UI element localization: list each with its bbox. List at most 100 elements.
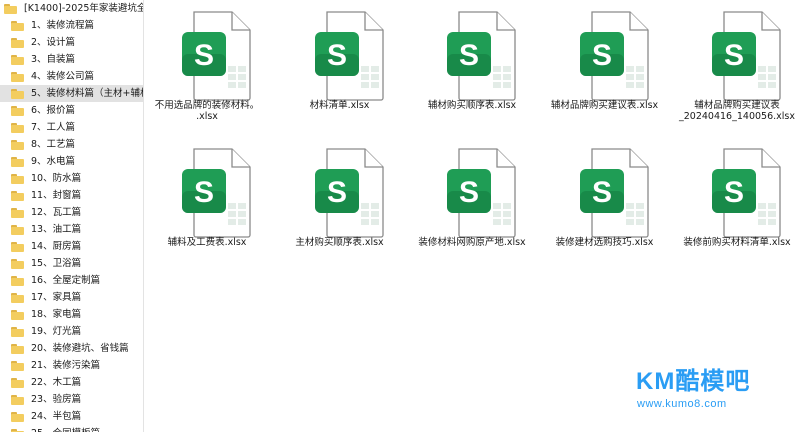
tree-folder-item[interactable]: 1、装修流程篇 <box>0 17 143 34</box>
folder-icon <box>11 258 24 269</box>
excel-sheet-icon: S <box>313 10 385 102</box>
tree-folder-label: 8、工艺篇 <box>31 139 76 150</box>
file-item[interactable]: S 辅材品牌购买建议表 _20240416_140056.xlsx <box>672 0 800 128</box>
tree-folder-item[interactable]: 4、装修公司篇 <box>0 68 143 85</box>
folder-icon <box>11 394 24 405</box>
file-name-line1: 辅材品牌购买建议表 <box>694 100 780 111</box>
file-item[interactable]: S 辅材品牌购买建议表.xlsx <box>540 0 670 128</box>
tree-folder-item[interactable]: 8、工艺篇 <box>0 136 143 153</box>
tree-folder-label: 22、木工篇 <box>31 377 82 388</box>
tree-folder-item[interactable]: 6、报价篇 <box>0 102 143 119</box>
tree-folder-item[interactable]: 5、装修材料篇（主材+辅材） <box>0 85 143 102</box>
file-item[interactable]: S 材料清单.xlsx <box>275 0 405 128</box>
folder-icon <box>11 71 24 82</box>
tree-folder-item[interactable]: 16、全屋定制篇 <box>0 272 143 289</box>
tree-folder-item[interactable]: 15、卫浴篇 <box>0 255 143 272</box>
folder-tree-sidebar: [K1400]-2025年家装避坑全流 1、装修流程篇 2、设计篇 3、自装篇 4、装… <box>0 0 144 432</box>
tree-root-folder[interactable]: [K1400]-2025年家装避坑全流 <box>0 0 143 17</box>
tree-folder-label: 20、装修避坑、省钱篇 <box>31 343 129 354</box>
tree-folder-item[interactable]: 21、装修污染篇 <box>0 357 143 374</box>
file-name-line1: 辅材购买顺序表.xlsx <box>427 100 517 111</box>
folder-icon <box>11 173 24 184</box>
folder-icon <box>11 207 24 218</box>
file-item[interactable]: S 主材购买顺序表.xlsx <box>275 135 405 265</box>
file-name: 主材购买顺序表.xlsx <box>275 237 405 248</box>
file-item[interactable]: S 装修材料网购原产地.xlsx <box>407 135 537 265</box>
tree-folder-label: 9、水电篇 <box>31 156 76 167</box>
excel-sheet-icon: S <box>445 147 517 239</box>
file-item[interactable]: S 不用选品牌的装修材料。 .xlsx <box>142 0 272 128</box>
tree-folder-item[interactable]: 7、工人篇 <box>0 119 143 136</box>
file-name: 辅材品牌购买建议表 _20240416_140056.xlsx <box>672 100 800 122</box>
svg-text:S: S <box>194 39 214 72</box>
file-name: 装修建材选购技巧.xlsx <box>540 237 670 248</box>
file-item[interactable]: S 辅材购买顺序表.xlsx <box>407 0 537 128</box>
svg-text:S: S <box>724 176 744 209</box>
excel-sheet-icon: S <box>710 147 782 239</box>
tree-folder-item[interactable]: 24、半包篇 <box>0 408 143 425</box>
file-name-line2: .xlsx <box>196 111 218 122</box>
file-name: 装修材料网购原产地.xlsx <box>407 237 537 248</box>
file-name-line1: 装修材料网购原产地.xlsx <box>418 237 526 248</box>
folder-icon <box>11 326 24 337</box>
tree-folder-item[interactable]: 11、封窗篇 <box>0 187 143 204</box>
tree-folder-item[interactable]: 19、灯光篇 <box>0 323 143 340</box>
file-name: 辅料及工费表.xlsx <box>142 237 272 248</box>
tree-folder-label: 15、卫浴篇 <box>31 258 82 269</box>
tree-folder-label: 7、工人篇 <box>31 122 76 133</box>
tree-folder-item[interactable]: 22、木工篇 <box>0 374 143 391</box>
folder-icon <box>11 156 24 167</box>
tree-folder-item[interactable]: 23、验房篇 <box>0 391 143 408</box>
folder-icon <box>11 139 24 150</box>
excel-sheet-icon: S <box>578 10 650 102</box>
svg-text:S: S <box>459 176 479 209</box>
svg-text:S: S <box>326 176 346 209</box>
excel-sheet-icon: S <box>445 10 517 102</box>
file-name-line1: 主材购买顺序表.xlsx <box>295 237 384 248</box>
file-item[interactable]: S 装修前购买材料清单.xlsx <box>672 135 800 265</box>
folder-icon <box>11 241 24 252</box>
tree-folder-item[interactable]: 3、自装篇 <box>0 51 143 68</box>
tree-folder-item[interactable]: 12、瓦工篇 <box>0 204 143 221</box>
file-name: 不用选品牌的装修材料。 .xlsx <box>142 100 272 122</box>
tree-folder-label: 3、自装篇 <box>31 54 76 65</box>
tree-folder-item[interactable]: 17、家具篇 <box>0 289 143 306</box>
file-item[interactable]: S 辅料及工费表.xlsx <box>142 135 272 265</box>
tree-folder-item[interactable]: 25、合同模板篇 <box>0 425 143 432</box>
tree-folder-item[interactable]: 9、水电篇 <box>0 153 143 170</box>
svg-text:S: S <box>194 176 214 209</box>
tree-folder-label: 18、家电篇 <box>31 309 82 320</box>
file-name-line1: 辅材品牌购买建议表.xlsx <box>550 100 659 111</box>
tree-folder-label: 4、装修公司篇 <box>31 71 95 82</box>
tree-folder-item[interactable]: 18、家电篇 <box>0 306 143 323</box>
tree-folder-label: 21、装修污染篇 <box>31 360 101 371</box>
tree-folder-label: 5、装修材料篇（主材+辅材） <box>31 88 143 99</box>
folder-icon <box>11 309 24 320</box>
folder-icon <box>11 190 24 201</box>
folder-icon <box>11 37 24 48</box>
tree-folder-label: 11、封窗篇 <box>31 190 82 201</box>
file-item[interactable]: S 装修建材选购技巧.xlsx <box>540 135 670 265</box>
folder-icon <box>4 3 17 14</box>
folder-icon <box>11 411 24 422</box>
folder-icon <box>11 224 24 235</box>
file-name: 装修前购买材料清单.xlsx <box>672 237 800 248</box>
tree-folder-item[interactable]: 2、设计篇 <box>0 34 143 51</box>
folder-icon <box>11 360 24 371</box>
tree-folder-item[interactable]: 13、油工篇 <box>0 221 143 238</box>
tree-folder-label: 17、家具篇 <box>31 292 82 303</box>
tree-folder-item[interactable]: 20、装修避坑、省钱篇 <box>0 340 143 357</box>
svg-text:S: S <box>459 39 479 72</box>
tree-folder-item[interactable]: 14、厨房篇 <box>0 238 143 255</box>
file-name-line1: 辅料及工费表.xlsx <box>167 237 247 248</box>
tree-folder-label: 10、防水篇 <box>31 173 82 184</box>
tree-folder-label: 19、灯光篇 <box>31 326 82 337</box>
excel-sheet-icon: S <box>313 147 385 239</box>
excel-sheet-icon: S <box>710 10 782 102</box>
tree-folder-label: 12、瓦工篇 <box>31 207 82 218</box>
file-name-line1: 装修建材选购技巧.xlsx <box>555 237 654 248</box>
folder-icon <box>11 292 24 303</box>
folder-icon <box>11 428 24 432</box>
tree-folder-item[interactable]: 10、防水篇 <box>0 170 143 187</box>
tree-folder-label: 23、验房篇 <box>31 394 82 405</box>
